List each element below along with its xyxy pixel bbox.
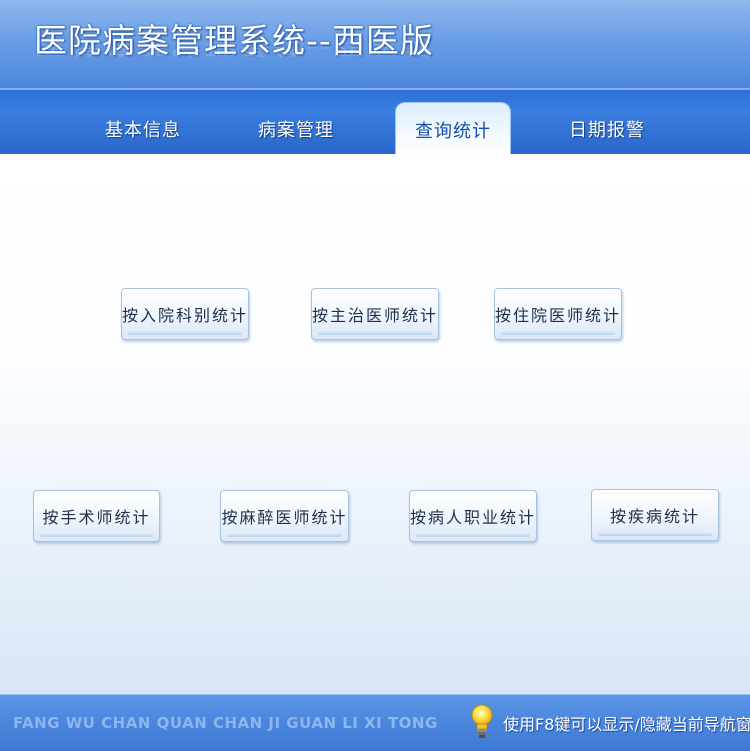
navigation-tip-text: 使用F8键可以显示/隐藏当前导航窗口 <box>503 715 750 734</box>
main-nav: 基本信息 病案管理 查询统计 日期报警 <box>0 88 750 156</box>
app-title: 医院病案管理系统--西医版 <box>34 21 434 60</box>
tab-query-statistics[interactable]: 查询统计 <box>395 102 511 156</box>
stat-by-patient-occupation-button[interactable]: 按病人职业统计 <box>409 490 537 542</box>
stat-by-surgeon-button[interactable]: 按手术师统计 <box>33 490 160 542</box>
app-header: 医院病案管理系统--西医版 医院病案管理系统--西医版 <box>0 0 750 88</box>
stat-by-anesthetist-button[interactable]: 按麻醉医师统计 <box>220 490 349 542</box>
stat-by-attending-doctor-button[interactable]: 按主治医师统计 <box>311 288 439 340</box>
status-bar: FANG WU CHAN QUAN CHAN JI GUAN LI XI TON… <box>0 694 750 751</box>
statistics-panel: 按入院科别统计 按主治医师统计 按住院医师统计 按手术师统计 按麻醉医师统计 按… <box>0 154 750 694</box>
stat-by-disease-button[interactable]: 按疾病统计 <box>591 489 719 541</box>
stat-by-department-button[interactable]: 按入院科别统计 <box>121 288 249 340</box>
tab-basic-info[interactable]: 基本信息 <box>84 102 202 156</box>
pinyin-caption: FANG WU CHAN QUAN CHAN JI GUAN LI XI TON… <box>13 714 438 732</box>
tab-case-management[interactable]: 病案管理 <box>237 102 355 156</box>
lightbulb-icon <box>471 704 493 738</box>
stat-by-resident-doctor-button[interactable]: 按住院医师统计 <box>494 288 622 340</box>
tab-date-alarm[interactable]: 日期报警 <box>548 102 666 156</box>
